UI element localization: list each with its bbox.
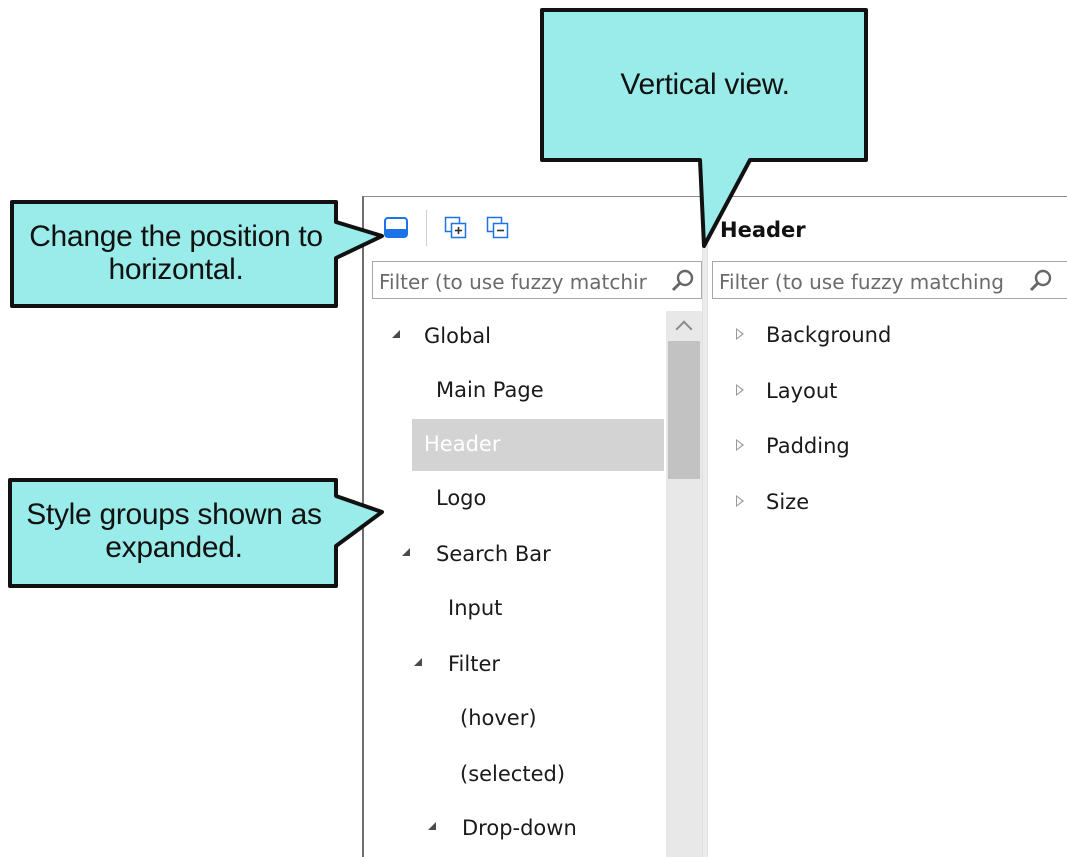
tree-item-label: Header (424, 432, 501, 456)
expanded-arrow-icon[interactable] (392, 330, 400, 338)
layout-toggle-button[interactable] (384, 216, 408, 240)
property-group-layout[interactable]: Layout (720, 367, 1067, 419)
tree-item-global[interactable]: Global (378, 311, 664, 363)
property-group-label: Background (766, 323, 892, 347)
collapse-all-button[interactable] (486, 216, 510, 240)
style-tree: Global Main Page Header Logo Search Bar … (364, 311, 664, 857)
layout-toggle-icon (384, 217, 408, 238)
selected-style-title: Header (720, 218, 806, 242)
collapsed-arrow-icon[interactable] (736, 439, 744, 451)
expand-all-icon (444, 216, 467, 239)
tree-item-selected[interactable]: (selected) (412, 749, 664, 801)
property-group-label: Layout (766, 379, 838, 403)
splitter[interactable] (702, 197, 708, 857)
search-icon[interactable] (1027, 267, 1055, 295)
property-group-padding[interactable]: Padding (720, 422, 1067, 474)
tree-item-label: Drop-down (462, 816, 577, 840)
collapsed-arrow-icon[interactable] (736, 384, 744, 396)
tree-item-label: Logo (436, 486, 487, 510)
tree-item-label: Main Page (436, 378, 544, 402)
property-list: Background Layout Padding Size (720, 311, 1067, 711)
tree-scrollbar[interactable] (666, 311, 702, 857)
style-filter-placeholder: Filter (to use fuzzy matchir (379, 270, 647, 294)
scroll-up-arrow-icon[interactable] (666, 311, 702, 341)
callout-change-position-text: Change the position to horizontal. (29, 220, 323, 286)
tree-item-hover[interactable]: (hover) (412, 693, 664, 745)
callout-vertical-view-text: Vertical view. (620, 68, 790, 101)
property-group-label: Padding (766, 434, 850, 458)
tree-item-main-page[interactable]: Main Page (412, 365, 664, 417)
style-editor-panel: Header Filter (to use fuzzy matchir Filt… (362, 196, 1067, 857)
tree-item-search-bar[interactable]: Search Bar (390, 529, 664, 581)
property-filter-placeholder: Filter (to use fuzzy matching (719, 270, 1004, 294)
tree-item-label: Search Bar (436, 542, 551, 566)
scroll-thumb[interactable] (668, 341, 700, 479)
tree-item-filter[interactable]: Filter (402, 639, 664, 691)
property-group-size[interactable]: Size (720, 478, 1067, 530)
tree-item-label: (selected) (460, 762, 566, 786)
collapsed-arrow-icon[interactable] (736, 495, 744, 507)
toolbar (364, 197, 702, 259)
tree-item-label: Input (448, 596, 503, 620)
expanded-arrow-icon[interactable] (402, 548, 410, 556)
style-filter-input[interactable]: Filter (to use fuzzy matchir (372, 261, 702, 299)
collapsed-arrow-icon[interactable] (736, 328, 744, 340)
tree-item-logo[interactable]: Logo (412, 473, 664, 525)
tree-item-drop-down[interactable]: Drop-down (416, 803, 664, 855)
collapse-all-icon (486, 216, 509, 239)
toolbar-separator (426, 210, 427, 246)
property-group-label: Size (766, 490, 810, 514)
tree-item-input[interactable]: Input (412, 583, 664, 635)
callout-style-groups-text: Style groups shown as expanded. (26, 498, 322, 564)
search-icon[interactable] (669, 267, 697, 295)
tree-item-header[interactable]: Header (412, 419, 664, 471)
expanded-arrow-icon[interactable] (428, 822, 436, 830)
tree-item-label: (hover) (460, 706, 537, 730)
property-group-background[interactable]: Background (720, 311, 1067, 363)
expand-all-button[interactable] (444, 216, 468, 240)
expanded-arrow-icon[interactable] (414, 658, 422, 666)
property-filter-input[interactable]: Filter (to use fuzzy matching (712, 261, 1067, 299)
tree-item-label: Filter (448, 652, 501, 676)
tree-item-label: Global (424, 324, 491, 348)
